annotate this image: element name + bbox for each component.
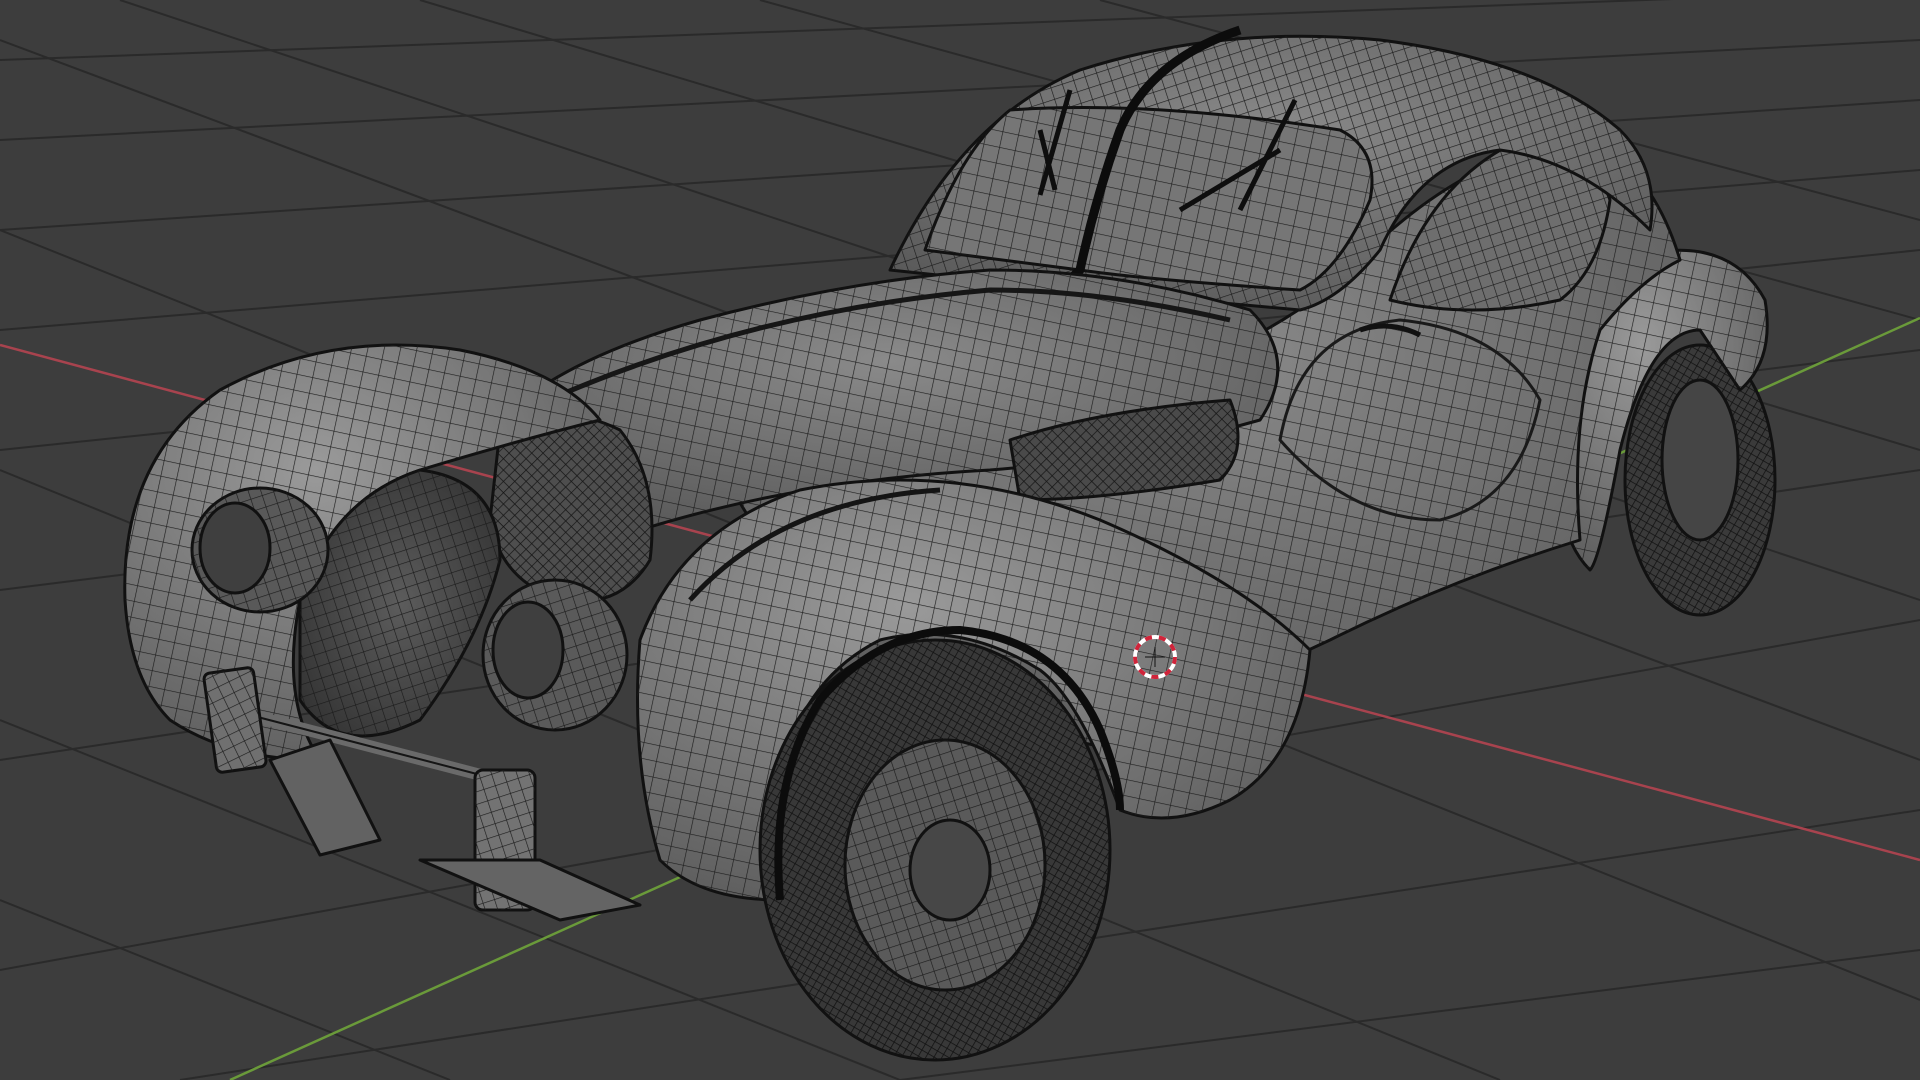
rear-wheel-hub <box>1660 378 1740 542</box>
viewport-canvas[interactable] <box>0 0 1920 1080</box>
viewport-3d[interactable] <box>0 0 1920 1080</box>
